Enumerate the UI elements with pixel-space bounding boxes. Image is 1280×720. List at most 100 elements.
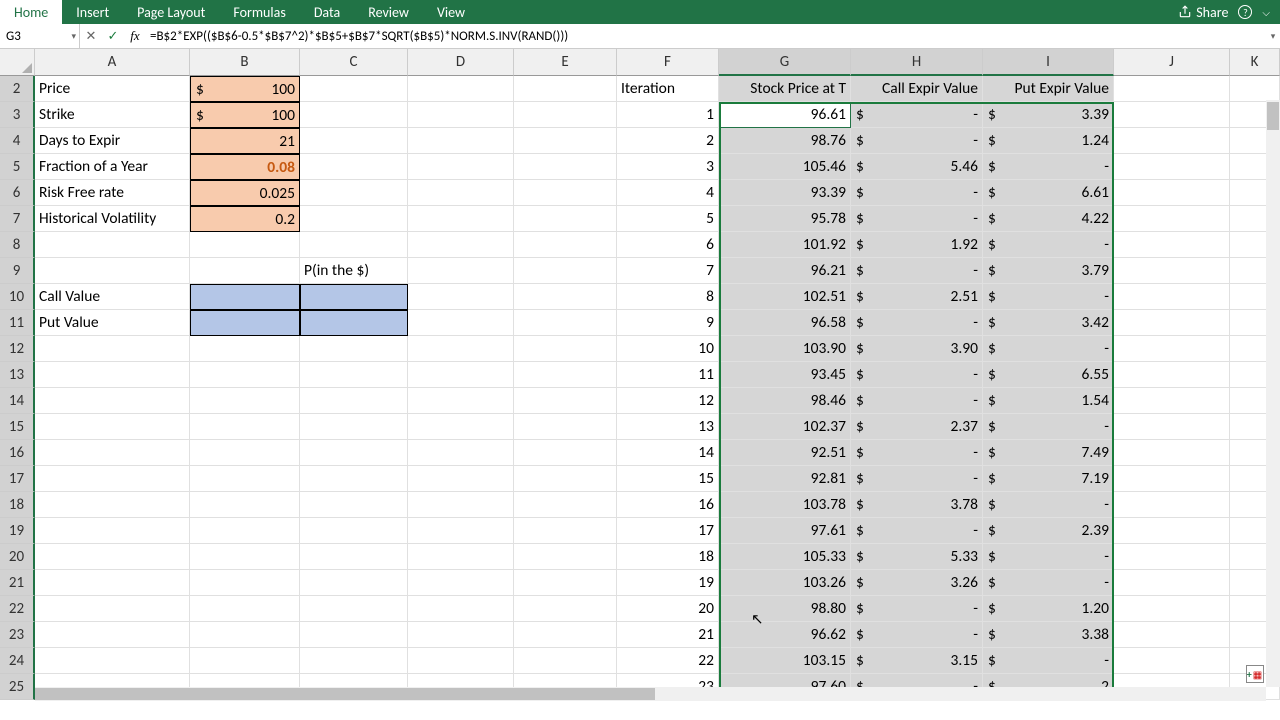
- stock-price-15[interactable]: 92.81: [719, 466, 851, 492]
- stock-price-21[interactable]: 96.62: [719, 622, 851, 648]
- call-value-13[interactable]: $2.37: [851, 414, 983, 440]
- put-value-22[interactable]: $-: [983, 648, 1114, 674]
- param-value-risk-free-rate[interactable]: 0.025: [190, 180, 300, 206]
- cell-J10[interactable]: [1114, 284, 1230, 310]
- put-value-11[interactable]: $6.55: [983, 362, 1114, 388]
- cell-D13[interactable]: [408, 362, 514, 388]
- cell-B8[interactable]: [190, 232, 300, 258]
- put-value-14[interactable]: $7.49: [983, 440, 1114, 466]
- call-value-12[interactable]: $-: [851, 388, 983, 414]
- row-header-4[interactable]: 4: [0, 128, 35, 154]
- cell-D15[interactable]: [408, 414, 514, 440]
- cell-E11[interactable]: [514, 310, 617, 336]
- stock-price-20[interactable]: 98.80: [719, 596, 851, 622]
- formula-bar-expand-icon[interactable]: ▾: [1266, 31, 1280, 42]
- cell-C17[interactable]: [300, 466, 408, 492]
- cell-K2[interactable]: [1230, 76, 1280, 102]
- stock-price-17[interactable]: 97.61: [719, 518, 851, 544]
- row-header-8[interactable]: 8: [0, 232, 35, 258]
- cell-A14[interactable]: [35, 388, 190, 414]
- cell-D3[interactable]: [408, 102, 514, 128]
- cell-B18[interactable]: [190, 492, 300, 518]
- result-put-prob[interactable]: [300, 310, 408, 336]
- call-value-16[interactable]: $3.78: [851, 492, 983, 518]
- call-value-22[interactable]: $3.15: [851, 648, 983, 674]
- cell-A21[interactable]: [35, 570, 190, 596]
- cell-B23[interactable]: [190, 622, 300, 648]
- cell-E4[interactable]: [514, 128, 617, 154]
- cell-J7[interactable]: [1114, 206, 1230, 232]
- call-value-5[interactable]: $-: [851, 206, 983, 232]
- stock-price-8[interactable]: 102.51: [719, 284, 851, 310]
- put-value-21[interactable]: $3.38: [983, 622, 1114, 648]
- cell-A22[interactable]: [35, 596, 190, 622]
- result-call-prob[interactable]: [300, 284, 408, 310]
- cell-E10[interactable]: [514, 284, 617, 310]
- cell-B20[interactable]: [190, 544, 300, 570]
- cell-J23[interactable]: [1114, 622, 1230, 648]
- cell-C20[interactable]: [300, 544, 408, 570]
- cell-A19[interactable]: [35, 518, 190, 544]
- ribbon-tab-home[interactable]: Home: [0, 0, 62, 25]
- ribbon-tab-data[interactable]: Data: [300, 0, 354, 25]
- row-header-2[interactable]: 2: [0, 76, 35, 102]
- cell-A23[interactable]: [35, 622, 190, 648]
- cell-E2[interactable]: [514, 76, 617, 102]
- put-value-18[interactable]: $-: [983, 544, 1114, 570]
- put-value-8[interactable]: $-: [983, 284, 1114, 310]
- cell-C16[interactable]: [300, 440, 408, 466]
- row-header-10[interactable]: 10: [0, 284, 35, 310]
- param-value-strike[interactable]: $100: [190, 102, 300, 128]
- cell-E19[interactable]: [514, 518, 617, 544]
- cell-C18[interactable]: [300, 492, 408, 518]
- fx-icon[interactable]: fx: [124, 28, 146, 44]
- stock-price-11[interactable]: 93.45: [719, 362, 851, 388]
- cell-C19[interactable]: [300, 518, 408, 544]
- cell-B19[interactable]: [190, 518, 300, 544]
- cell-E12[interactable]: [514, 336, 617, 362]
- cell-C4[interactable]: [300, 128, 408, 154]
- stock-price-6[interactable]: 101.92: [719, 232, 851, 258]
- cell-E20[interactable]: [514, 544, 617, 570]
- cell-D9[interactable]: [408, 258, 514, 284]
- row-header-25[interactable]: 25: [0, 674, 35, 700]
- cell-E3[interactable]: [514, 102, 617, 128]
- result-call-value[interactable]: [190, 284, 300, 310]
- stock-price-7[interactable]: 96.21: [719, 258, 851, 284]
- cell-C22[interactable]: [300, 596, 408, 622]
- row-header-23[interactable]: 23: [0, 622, 35, 648]
- put-value-17[interactable]: $2.39: [983, 518, 1114, 544]
- cell-J18[interactable]: [1114, 492, 1230, 518]
- horizontal-scrollbar[interactable]: [35, 687, 1266, 701]
- cell-E5[interactable]: [514, 154, 617, 180]
- cell-E16[interactable]: [514, 440, 617, 466]
- row-header-19[interactable]: 19: [0, 518, 35, 544]
- cell-D10[interactable]: [408, 284, 514, 310]
- row-header-20[interactable]: 20: [0, 544, 35, 570]
- param-value-fraction-of-a-year[interactable]: 0.08: [190, 154, 300, 180]
- cell-J24[interactable]: [1114, 648, 1230, 674]
- cell-A8[interactable]: [35, 232, 190, 258]
- cell-J17[interactable]: [1114, 466, 1230, 492]
- stock-price-22[interactable]: 103.15: [719, 648, 851, 674]
- cell-E23[interactable]: [514, 622, 617, 648]
- cell-J9[interactable]: [1114, 258, 1230, 284]
- cell-E18[interactable]: [514, 492, 617, 518]
- stock-price-13[interactable]: 102.37: [719, 414, 851, 440]
- vertical-scroll-thumb[interactable]: [1267, 102, 1279, 130]
- stock-price-9[interactable]: 96.58: [719, 310, 851, 336]
- cell-D23[interactable]: [408, 622, 514, 648]
- cell-E6[interactable]: [514, 180, 617, 206]
- stock-price-14[interactable]: 92.51: [719, 440, 851, 466]
- put-value-3[interactable]: $-: [983, 154, 1114, 180]
- cell-J13[interactable]: [1114, 362, 1230, 388]
- ribbon-tab-review[interactable]: Review: [354, 0, 423, 25]
- stock-price-18[interactable]: 105.33: [719, 544, 851, 570]
- cell-C5[interactable]: [300, 154, 408, 180]
- row-header-5[interactable]: 5: [0, 154, 35, 180]
- stock-price-5[interactable]: 95.78: [719, 206, 851, 232]
- cell-A9[interactable]: [35, 258, 190, 284]
- help-icon[interactable]: ?: [1238, 5, 1252, 19]
- ribbon-tab-insert[interactable]: Insert: [62, 0, 123, 25]
- cell-B24[interactable]: [190, 648, 300, 674]
